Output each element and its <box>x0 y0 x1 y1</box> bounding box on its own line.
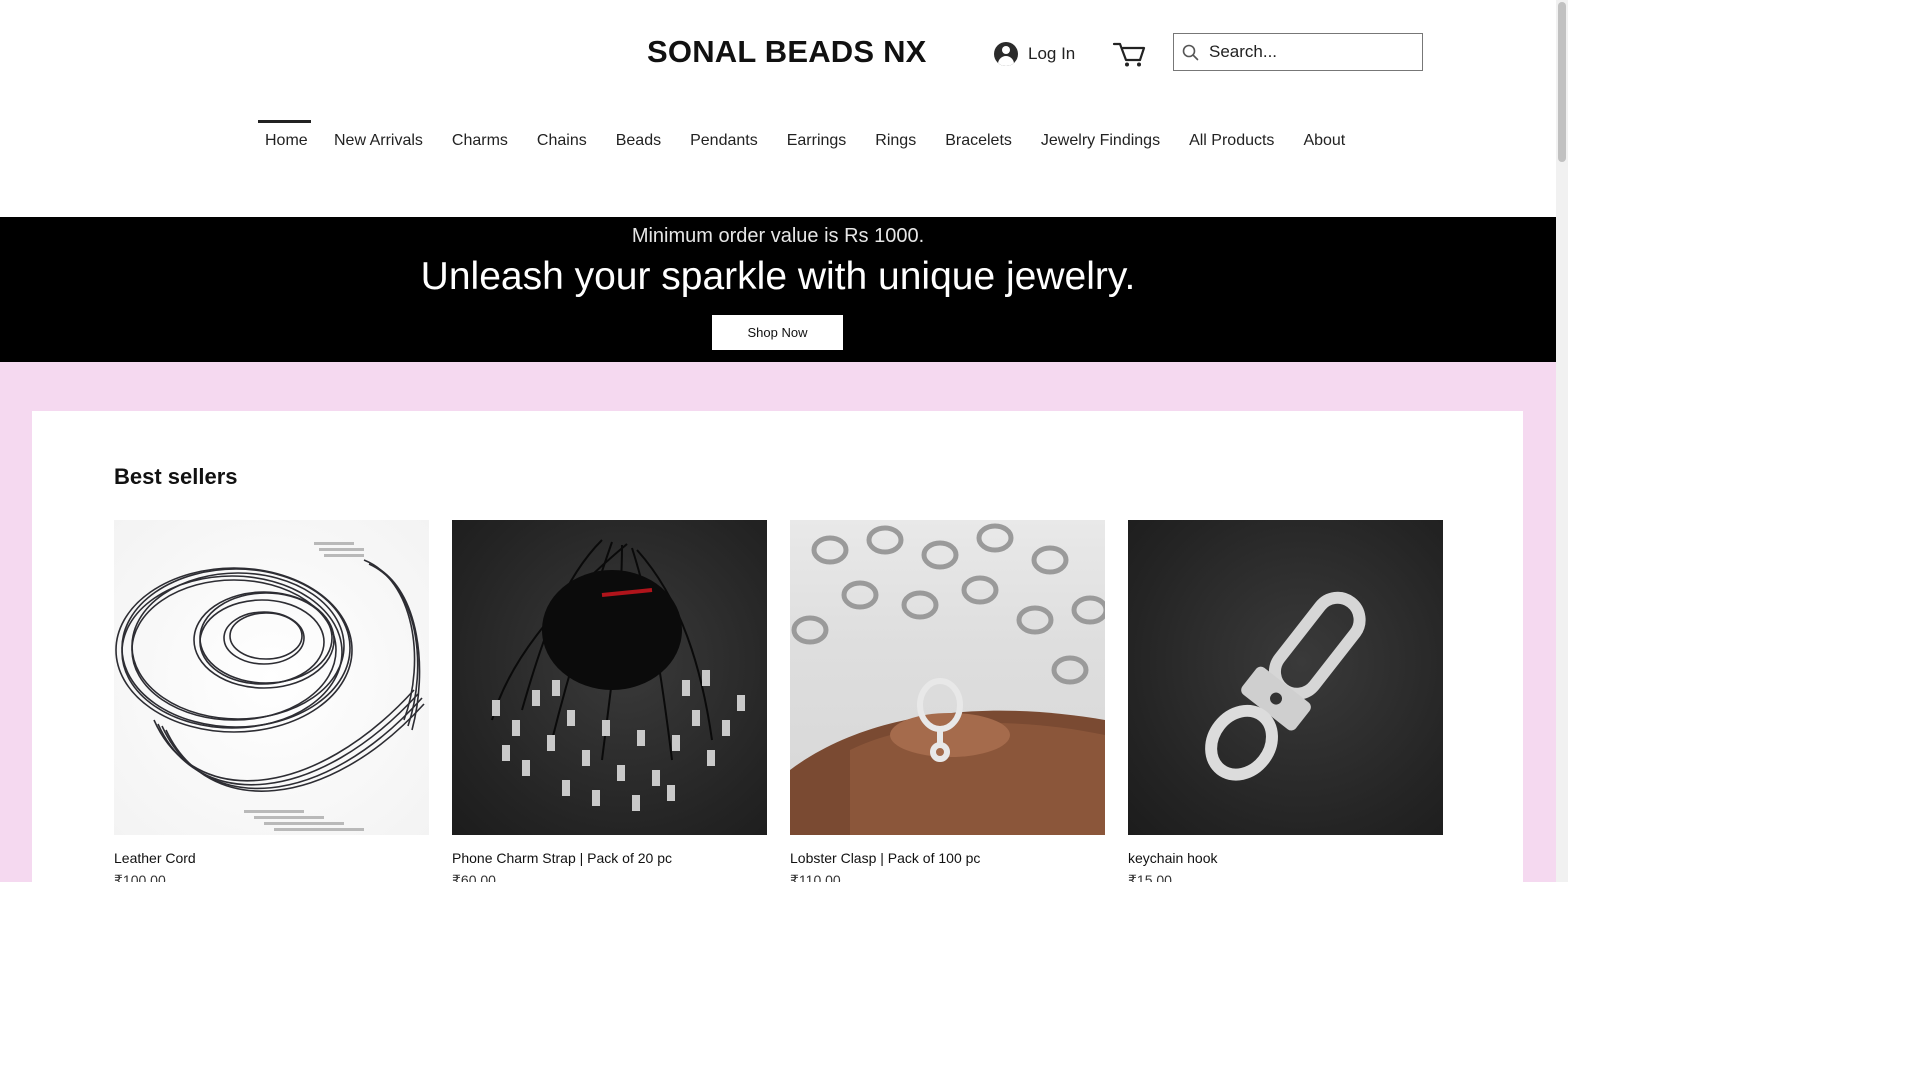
banner-headline: Unleash your sparkle with unique jewelry… <box>420 255 1136 298</box>
product-card[interactable]: Lobster Clasp | Pack of 100 pc ₹110.00 <box>790 520 1105 882</box>
search-icon <box>1182 44 1199 60</box>
product-card[interactable]: Phone Charm Strap | Pack of 20 pc ₹60.00 <box>452 520 767 882</box>
nav-jewelry-findings[interactable]: Jewelry Findings <box>1041 120 1160 160</box>
product-name[interactable]: keychain hook <box>1128 850 1443 866</box>
user-avatar-icon <box>994 42 1018 66</box>
search-input[interactable] <box>1209 42 1409 62</box>
shop-now-button[interactable]: Shop Now <box>712 315 843 350</box>
main-nav: Home New Arrivals Charms Chains Beads Pe… <box>258 120 1345 160</box>
page-scrollbar[interactable] <box>1556 0 1568 882</box>
best-sellers-section: Best sellers Leather Cord ₹100.00 Phone … <box>0 362 1556 882</box>
product-name[interactable]: Leather Cord <box>114 850 429 866</box>
cart-button[interactable] <box>1112 40 1146 68</box>
phone-charm-strap-image <box>491 539 745 811</box>
product-image[interactable] <box>790 520 1105 835</box>
scrollbar-thumb[interactable] <box>1558 2 1566 162</box>
product-image[interactable] <box>1128 520 1443 835</box>
nav-charms[interactable]: Charms <box>452 120 508 160</box>
nav-rings[interactable]: Rings <box>875 120 916 160</box>
product-price: ₹60.00 <box>452 872 496 882</box>
nav-pendants[interactable]: Pendants <box>690 120 758 160</box>
product-grid: Leather Cord ₹100.00 Phone Charm Strap |… <box>114 520 1443 882</box>
min-order-notice: Minimum order value is Rs 1000. <box>631 225 925 247</box>
product-card[interactable]: keychain hook ₹15.00 <box>1128 520 1443 882</box>
nav-all-products[interactable]: All Products <box>1189 120 1274 160</box>
product-image[interactable] <box>114 520 429 835</box>
product-card[interactable]: Leather Cord ₹100.00 <box>114 520 429 882</box>
product-image[interactable] <box>452 520 767 835</box>
product-price: ₹110.00 <box>790 872 841 882</box>
nav-beads[interactable]: Beads <box>616 120 661 160</box>
nav-home[interactable]: Home <box>258 120 311 160</box>
product-price: ₹100.00 <box>114 872 166 882</box>
keychain-hook-image <box>1205 591 1366 781</box>
section-title: Best sellers <box>114 464 238 489</box>
product-name[interactable]: Lobster Clasp | Pack of 100 pc <box>790 850 1105 866</box>
search-box[interactable] <box>1173 33 1423 71</box>
page: SONAL BEADS NX Log In Home New Arrivals … <box>0 0 1556 882</box>
login-label: Log In <box>1028 44 1076 63</box>
lobster-clasp-image <box>790 523 1105 835</box>
product-name[interactable]: Phone Charm Strap | Pack of 20 pc <box>452 850 767 866</box>
best-sellers-panel: Best sellers Leather Cord ₹100.00 Phone … <box>32 411 1523 882</box>
cart-icon <box>1112 42 1146 67</box>
leather-cord-image <box>115 542 425 831</box>
login-button[interactable]: Log In <box>994 42 1075 66</box>
site-brand[interactable]: SONAL BEADS NX <box>647 34 927 70</box>
promo-banner: Minimum order value is Rs 1000. Unleash … <box>0 217 1556 362</box>
product-price: ₹15.00 <box>1128 872 1172 882</box>
nav-earrings[interactable]: Earrings <box>787 120 847 160</box>
nav-about[interactable]: About <box>1303 120 1345 160</box>
nav-chains[interactable]: Chains <box>537 120 587 160</box>
nav-new-arrivals[interactable]: New Arrivals <box>334 120 423 160</box>
nav-bracelets[interactable]: Bracelets <box>945 120 1012 160</box>
